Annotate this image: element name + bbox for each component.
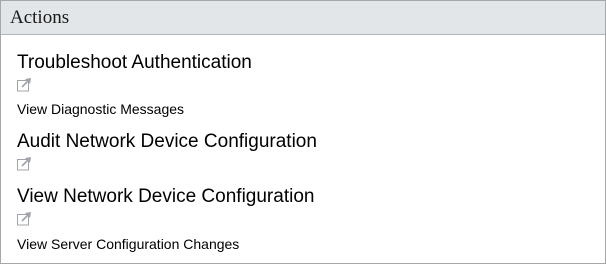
action-view-network-device-configuration[interactable]: View Network Device Configuration bbox=[17, 186, 314, 208]
external-link-icon[interactable] bbox=[17, 212, 37, 226]
action-view-diagnostic-messages[interactable]: View Diagnostic Messages bbox=[17, 101, 184, 117]
actions-list: Troubleshoot Authentication View Diagnos… bbox=[1, 35, 605, 263]
action-view-server-configuration-changes[interactable]: View Server Configuration Changes bbox=[17, 236, 239, 252]
external-link-icon[interactable] bbox=[17, 157, 37, 171]
actions-panel: Actions Troubleshoot Authentication View… bbox=[0, 0, 606, 264]
action-troubleshoot-authentication[interactable]: Troubleshoot Authentication bbox=[17, 52, 252, 74]
external-link-icon[interactable] bbox=[17, 78, 37, 92]
action-audit-network-device-configuration[interactable]: Audit Network Device Configuration bbox=[17, 131, 317, 153]
panel-header: Actions bbox=[1, 1, 605, 35]
